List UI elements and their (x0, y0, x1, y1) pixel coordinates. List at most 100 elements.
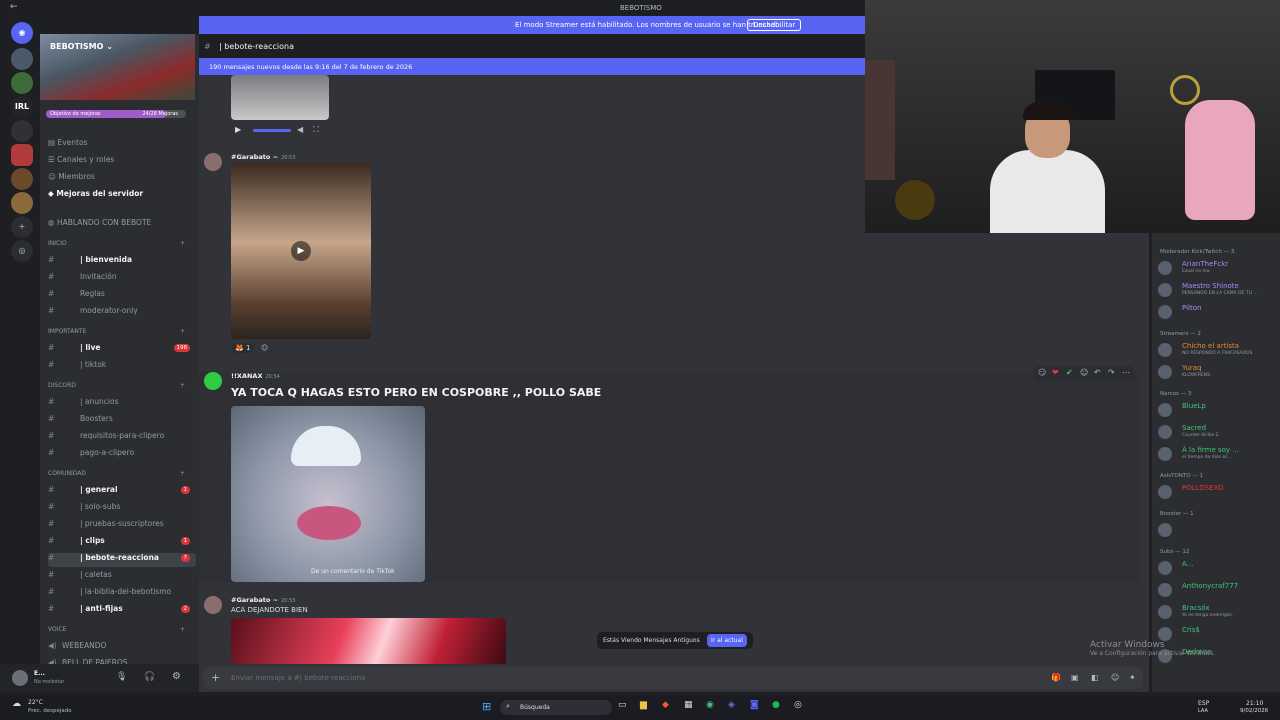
boost-progress-bar[interactable]: Objetivo de mejoras 24/28 Mejoras (46, 110, 186, 118)
new-messages-banner[interactable]: 190 mensajes nuevos desde las 9:16 del 7… (199, 58, 865, 75)
video-seekbar[interactable] (253, 129, 291, 132)
add-reaction-icon[interactable]: ☺ (1080, 368, 1088, 377)
video-attachment[interactable]: ▶ (231, 163, 371, 339)
channel-item[interactable]: # requisitos-para-clipero (48, 431, 196, 445)
channel-item[interactable]: # | anti-fijas 2 (48, 604, 196, 618)
message-input[interactable]: Enviar mensaje a #| bebote-reacciona (231, 674, 365, 682)
channel-category[interactable]: IMPORTANTE (48, 328, 86, 335)
play-icon[interactable]: ▶ (235, 125, 241, 134)
member-item[interactable]: Bracsöx Yo no tengo enemigos. (1158, 603, 1280, 621)
member-item[interactable]: Maestro Shinote PENSANDO EN LA CAMA DE TU… (1158, 281, 1280, 299)
member-item[interactable]: ArianTheFckr Ezual no ma (1158, 259, 1280, 277)
app-icon[interactable]: ▦ (684, 700, 693, 710)
video-attachment[interactable]: De un comentario de TikTok (231, 406, 425, 582)
discover-icon[interactable]: ◎ (11, 240, 33, 262)
channel-item[interactable]: # | solo-subs (48, 502, 196, 516)
play-icon[interactable]: ▶ (291, 241, 311, 261)
message-author[interactable]: !!XANAX 20:54 (231, 372, 280, 380)
discord-icon[interactable]: ◙ (750, 700, 759, 710)
member-item[interactable]: Anthonycraf777 (1158, 581, 1280, 599)
add-channel-icon[interactable]: + (180, 470, 185, 477)
server-icon[interactable] (11, 48, 33, 70)
add-channel-icon[interactable]: + (180, 382, 185, 389)
channel-item[interactable]: # | tiktok (48, 360, 196, 374)
channel-category[interactable]: COMUNIDAD (48, 470, 86, 477)
headphones-icon[interactable]: 🎧 (144, 672, 155, 682)
member-item[interactable]: Pilton (1158, 303, 1280, 321)
message-author[interactable]: #Garabato ~20:53 (231, 153, 296, 161)
channel-item[interactable]: # | general 1 (48, 485, 196, 499)
add-reaction-icon[interactable]: ☺ (261, 344, 268, 352)
jump-to-present-button[interactable]: Ir al actual (707, 634, 747, 647)
teams-icon[interactable]: ◈ (728, 700, 735, 710)
channel-item[interactable]: # | bienvenida (48, 255, 196, 269)
message-author[interactable]: #Garabato ~20:55 (231, 596, 296, 604)
member-item[interactable]: BlueLp (1158, 401, 1280, 419)
brave-icon[interactable]: ◆ (662, 700, 669, 710)
hablando-item[interactable]: ◍ HABLANDO CON BEBOTE (48, 218, 151, 227)
menu-members[interactable]: ☺ Miembros (48, 172, 95, 181)
channel-item[interactable]: # | la-biblia-del-bebotismo (48, 587, 196, 601)
taskbar-search[interactable]: ⌕ Búsqueda (500, 700, 612, 715)
channel-item[interactable]: # Boosters (48, 414, 196, 428)
member-item[interactable]: A... (1158, 559, 1280, 577)
back-arrow-icon[interactable]: ← (10, 2, 18, 12)
forward-icon[interactable]: ↷ (1108, 368, 1115, 377)
channel-item[interactable]: # | clips 1 (48, 536, 196, 550)
channel-item[interactable]: # | bebote-reacciona 7 (48, 553, 196, 567)
task-view-icon[interactable]: ▭ (618, 700, 627, 710)
add-attachment-icon[interactable]: + (211, 671, 220, 684)
file-explorer-icon[interactable]: ▆ (640, 700, 647, 710)
more-icon[interactable]: ⋯ (1122, 368, 1130, 377)
channel-category[interactable]: INICIO (48, 240, 67, 247)
channel-category[interactable]: VOICE (48, 626, 66, 633)
disable-streamer-button[interactable]: Deshabilitar (747, 19, 802, 31)
channel-item[interactable]: # | anuncios (48, 397, 196, 411)
mic-icon[interactable]: 🎙 (116, 672, 127, 682)
settings-gear-icon[interactable]: ⚙ (172, 671, 181, 682)
channel-category[interactable]: DISCORD (48, 382, 76, 389)
spotify-icon[interactable]: ● (772, 700, 780, 710)
channel-item[interactable]: # | pruebas-suscriptores (48, 519, 196, 533)
member-item[interactable]: À la firme soy ... el tiempo de dios es..… (1158, 445, 1280, 463)
member-item[interactable]: Sacred Counter-Strike 2 (1158, 423, 1280, 441)
channel-item[interactable]: ◀) WEBEANDO (48, 641, 196, 655)
member-item[interactable]: Yuraq KLOWFRENS (1158, 363, 1280, 381)
menu-events[interactable]: ▤ Eventos (48, 138, 87, 147)
emoji-icon[interactable]: 😏 (1038, 368, 1046, 377)
server-name[interactable]: BEBOTISMO ⌄ (50, 42, 113, 51)
server-icon-selected[interactable] (11, 144, 33, 166)
app-icon[interactable]: ◎ (794, 700, 802, 710)
avatar[interactable] (12, 670, 28, 686)
avatar[interactable] (204, 596, 222, 614)
avatar[interactable] (204, 153, 222, 171)
chrome-icon[interactable]: ◉ (706, 700, 714, 710)
menu-channels-roles[interactable]: ☰ Canales y roles (48, 155, 114, 164)
clock-time[interactable]: 21:10 (1246, 700, 1263, 707)
server-icon[interactable] (11, 168, 33, 190)
fullscreen-icon[interactable]: ⛶ (313, 125, 319, 135)
sticker-icon[interactable]: ◧ (1091, 673, 1099, 682)
language-indicator[interactable]: ESP (1198, 700, 1209, 707)
emoji-icon[interactable]: ☺ (1111, 673, 1119, 682)
server-icon[interactable] (11, 192, 33, 214)
channel-item[interactable]: # | caletas (48, 570, 196, 584)
discord-home-icon[interactable]: ◉ (11, 22, 33, 44)
video-attachment[interactable] (231, 75, 329, 120)
menu-server-boosts[interactable]: ◆ Mejoras del servidor (48, 189, 143, 198)
channel-item[interactable]: # | live 198 (48, 343, 196, 357)
weather-icon[interactable]: ☁ (12, 699, 21, 709)
heart-icon[interactable]: ❤ (1052, 368, 1059, 377)
reaction[interactable]: 🦊 1 (231, 343, 255, 353)
member-item[interactable]: POLLOSEXO (1158, 483, 1280, 501)
add-channel-icon[interactable]: + (180, 240, 185, 247)
gif-icon[interactable]: ▣ (1071, 673, 1079, 682)
channel-item[interactable]: # Reglas (48, 289, 196, 303)
check-icon[interactable]: ✔ (1066, 368, 1073, 377)
reply-icon[interactable]: ↶ (1094, 368, 1101, 377)
apps-icon[interactable]: ✦ (1129, 673, 1136, 682)
avatar[interactable] (204, 372, 222, 390)
gift-icon[interactable]: 🎁 (1051, 673, 1061, 682)
member-item[interactable] (1158, 521, 1280, 539)
channel-item[interactable]: # Invitación (48, 272, 196, 286)
